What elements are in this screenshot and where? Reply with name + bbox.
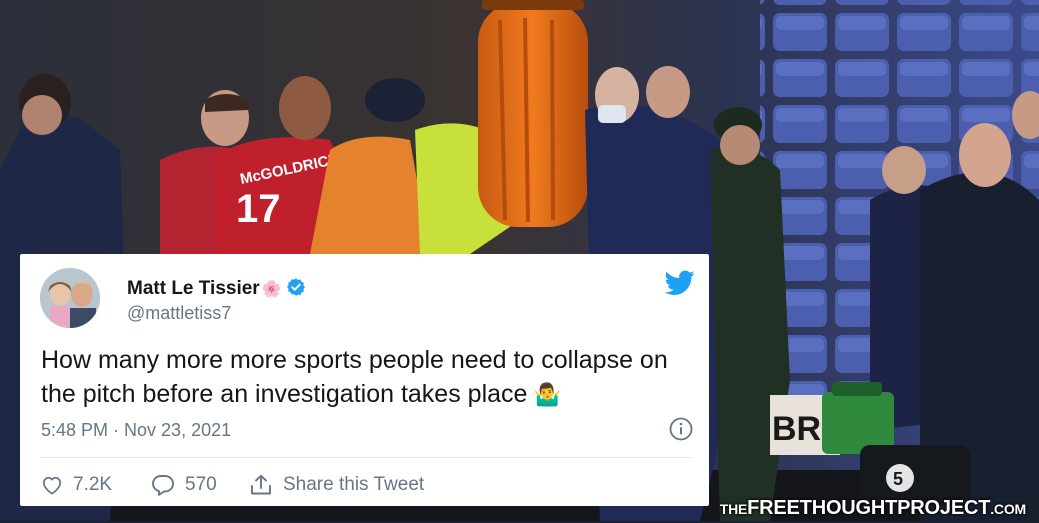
watermark-suffix: .COM [990, 501, 1026, 517]
tweet-text-body: How many more more sports people need to… [41, 346, 668, 408]
share-button[interactable]: Share this Tweet [249, 474, 424, 496]
flower-emoji: 🌸 [261, 281, 282, 298]
tweet-timestamp[interactable]: 5:48 PM · Nov 23, 2021 [41, 420, 231, 441]
tweet-text: How many more more sports people need to… [41, 343, 701, 412]
avatar[interactable] [40, 268, 100, 328]
divider [41, 457, 691, 458]
green-medical-bag [822, 392, 894, 454]
verified-badge-icon [286, 277, 306, 303]
share-label: Share this Tweet [283, 474, 425, 495]
heart-icon [42, 476, 62, 495]
site-watermark: THEFREETHOUGHTPROJECT.COM [720, 495, 1026, 521]
watermark-prefix: THE [719, 501, 748, 517]
share-icon [251, 474, 271, 495]
jersey-number: 17 [236, 187, 281, 231]
watermark-main: FREETHOUGHTPROJECT [747, 497, 991, 519]
display-name[interactable]: Matt Le Tissier 🌸 [127, 277, 306, 303]
tweet-actions: 7.2K 570 Share this Tweet [41, 471, 424, 499]
bag-number: 5 [893, 469, 903, 489]
like-count: 7.2K [73, 474, 113, 495]
tweet-card: Matt Le Tissier 🌸 @mattletiss7 How many m… [20, 254, 709, 506]
display-name-text: Matt Le Tissier [127, 278, 260, 299]
orange-stretcher [478, 2, 588, 227]
twitter-bird-icon[interactable] [664, 270, 695, 296]
avatar-image [40, 268, 100, 328]
info-icon[interactable] [669, 417, 693, 441]
shrug-emoji: 🤷‍♂️ [533, 382, 561, 407]
reply-count: 570 [185, 474, 217, 495]
reply-bubble-icon [152, 475, 174, 496]
reply-button[interactable]: 570 [151, 474, 249, 496]
user-handle[interactable]: @mattletiss7 [127, 303, 231, 324]
like-button[interactable]: 7.2K [41, 474, 151, 496]
